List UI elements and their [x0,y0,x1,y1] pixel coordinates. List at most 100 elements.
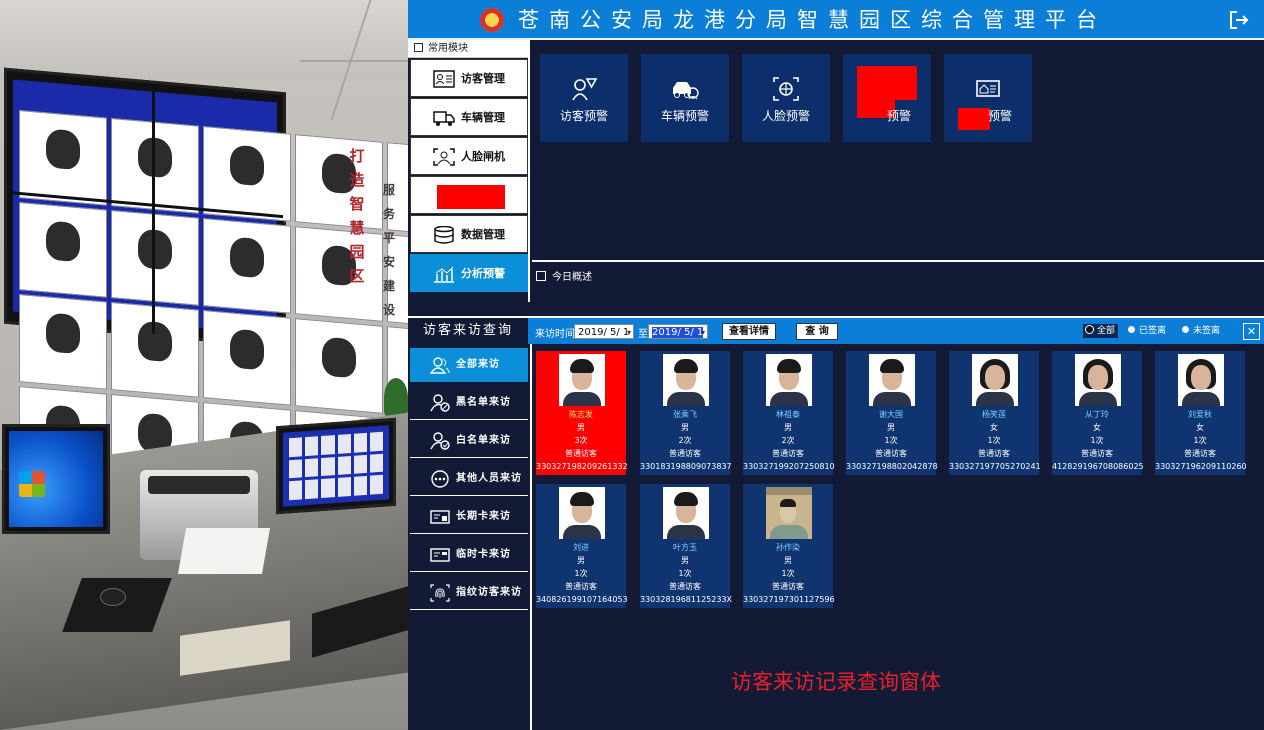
windows-logo-icon [19,471,45,497]
radio-not-signed-out[interactable]: 未签离 [1182,324,1220,338]
visitor-id: 330327197705270241 [949,462,1041,471]
visitor-card[interactable]: 谢大国 男 1次 普通访客 330327198802042878 [846,351,938,475]
visitor-photo [1178,354,1224,406]
more-dots-icon [431,470,449,488]
visitor-count: 1次 [1193,436,1207,445]
visitor-count: 3次 [574,436,588,445]
car-alert-icon [673,82,699,100]
visitor-id: 340826199107164053 [536,595,628,604]
today-overview-panel: 今日概述 [532,262,1264,316]
visitor-id: 330183198809073837 [640,462,732,471]
visitor-card[interactable]: 叶方玉 男 1次 普通访客 33032819681125233X [640,484,733,608]
visitor-photo [663,354,709,406]
truck-icon [433,111,455,126]
visitor-type: 普通访客 [565,449,597,458]
sidebar-item-data-management[interactable]: 数据管理 [410,215,528,253]
view-details-button[interactable]: 查看详情 [722,323,776,340]
visitor-card[interactable]: 从丁玲 女 1次 普通访客 412829196708086025 [1052,351,1144,475]
tile-redacted-alert[interactable]: 预警 [843,54,931,142]
category-temporary-card[interactable]: 临时卡来访 [410,538,528,572]
visitor-gender: 女 [990,423,998,432]
tile-face-alert[interactable]: 人脸预警 [742,54,830,142]
alert-modules: 访客预警 车辆预警 人脸预警 预警 预警 [532,40,1264,260]
visitor-card[interactable]: 刘爱秋 女 1次 普通访客 330327196209110260 [1155,351,1247,475]
visitor-name: 张乘飞 [673,410,697,419]
category-blacklist[interactable]: 黑名单来访 [410,386,528,420]
category-long-term-card[interactable]: 长期卡来访 [410,500,528,534]
radio-dot-icon [1086,326,1093,333]
people-icon [430,357,450,374]
dropdown-arrow-icon: ▾ [700,328,705,337]
category-other-visitors[interactable]: 其他人员来访 [410,462,528,496]
face-scan-icon [433,148,455,166]
sidebar-item-redacted[interactable] [410,176,528,214]
visitor-photo [869,354,915,406]
visitor-gender: 男 [887,423,895,432]
visitor-name: 从丁玲 [1085,410,1109,419]
visitor-id: 330327198209261332 [536,462,628,471]
visitor-card[interactable]: 林祖泰 男 2次 普通访客 330327199207250810 [743,351,835,475]
chart-icon [434,266,454,283]
visitor-gender: 男 [577,556,585,565]
video-wall-screen [13,79,408,514]
visitor-id-photo [766,487,812,539]
page-title: 苍南公安局龙港分局智慧园区综合管理平台 [518,8,1107,32]
visitor-card-icon [433,70,455,88]
visitor-type: 普通访客 [772,582,804,591]
visitor-card[interactable]: 孙作染 男 1次 普通访客 330327197301127596 [743,484,835,608]
card-icon [430,510,450,524]
redaction-block [437,185,505,209]
visitor-card[interactable]: 刘进 男 1次 普通访客 340826199107164053 [536,484,628,608]
redaction-block [877,66,917,100]
visitor-name: 刘进 [573,543,589,552]
sidebar-item-visitor-management[interactable]: 访客管理 [410,59,528,97]
visitor-name: 刘爱秋 [1188,410,1212,419]
visitor-name: 林祖泰 [776,410,800,419]
control-room-photo: 打造智慧园区 服务平安建设 [0,0,408,730]
wall-slogan-left: 打造智慧园区 [349,147,365,285]
category-fingerprint[interactable]: 指纹访客来访 [410,576,528,610]
visitor-query-toolbar: 访客来访查询 来访时间 2019/ 5/ 1 ▾ 至 2019/ 5/ 1 ▾ 查看… [408,318,1264,344]
visitor-gender: 男 [577,423,585,432]
visitor-name: 孙作染 [776,543,800,552]
database-icon [434,226,454,244]
visitor-card[interactable]: 陈志发 男 3次 普通访客 330327198209261332 [536,351,628,475]
wall-slogan-right: 服务平安建设 [382,183,395,317]
visitor-type: 普通访客 [565,582,597,591]
category-whitelist[interactable]: 白名单来访 [410,424,528,458]
logout-icon[interactable] [1228,9,1250,31]
visitor-gender: 男 [784,423,792,432]
visitor-type: 普通访客 [669,449,701,458]
secondary-monitor [276,417,396,515]
visitor-card[interactable]: 张乘飞 男 2次 普通访客 330183198809073837 [640,351,732,475]
visitor-photo [559,354,605,406]
visitor-photo [766,354,812,406]
radio-signed-out[interactable]: 已签离 [1128,324,1166,338]
temp-card-icon [430,548,450,562]
visitor-card[interactable]: 杨笑莲 女 1次 普通访客 330327197705270241 [949,351,1041,475]
visitor-card-grid: 陈志发 男 3次 普通访客 330327198209261332 张乘飞 男 2… [534,344,1264,644]
sidebar-item-analysis-alert[interactable]: 分析预警 [410,254,528,292]
visitor-count: 1次 [884,436,898,445]
visitor-name: 谢大国 [879,410,903,419]
sidebar-item-vehicle-management[interactable]: 车辆管理 [410,98,528,136]
visitor-photo [972,354,1018,406]
category-all-visits[interactable]: 全部来访 [410,348,528,382]
visitor-type: 普通访客 [772,449,804,458]
date-from-field[interactable]: 2019/ 5/ 1 ▾ [574,324,634,339]
tile-vehicle-alert[interactable]: 车辆预警 [641,54,729,142]
tile-visitor-alert[interactable]: 访客预警 [540,54,628,142]
mouse [100,588,126,606]
radio-all[interactable]: 全部 [1083,324,1119,338]
date-to-field[interactable]: 2019/ 5/ 1 ▾ [648,324,708,339]
close-button[interactable]: ✕ [1243,323,1260,340]
sidebar-caption: 常用模块 [408,40,528,58]
visitor-id: 33032819681125233X [640,595,733,604]
sidebar-item-face-gate[interactable]: 人脸闸机 [410,137,528,175]
visitor-gender: 男 [784,556,792,565]
search-button[interactable]: 查 询 [796,323,838,340]
dropdown-arrow-icon: ▾ [626,328,631,337]
visitor-type: 普通访客 [978,449,1010,458]
tile-house-alert[interactable]: 预警 [944,54,1032,142]
visitor-photo [559,487,605,539]
